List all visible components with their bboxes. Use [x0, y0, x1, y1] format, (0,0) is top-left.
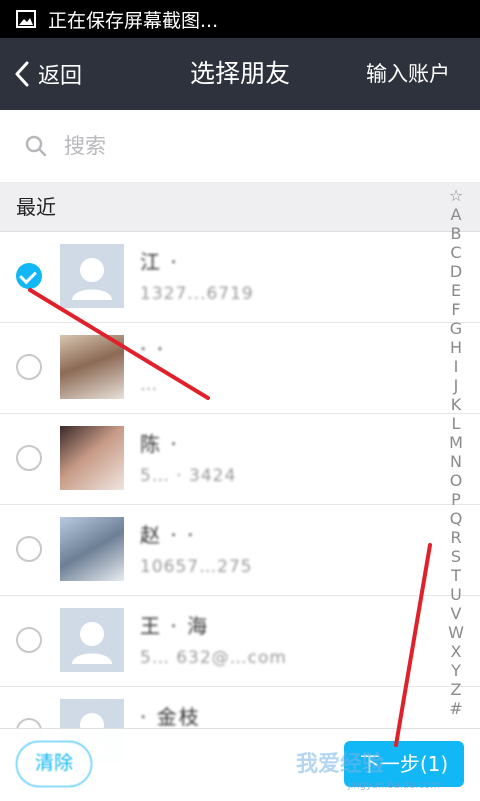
contact-row[interactable]: 陈 · 5… · 3424	[0, 414, 480, 505]
index-letter[interactable]: O	[450, 471, 463, 490]
radio-unchecked-icon[interactable]	[16, 445, 42, 471]
back-label: 返回	[38, 64, 83, 89]
index-letter[interactable]: J	[454, 376, 459, 395]
index-letter[interactable]: V	[451, 604, 462, 623]
contact-row[interactable]: 王 · 海 5… 632@…com	[0, 596, 480, 687]
radio-checked-icon[interactable]	[16, 263, 42, 289]
index-letter[interactable]: Q	[450, 509, 463, 528]
contact-row[interactable]: 江 · 1327...6719	[0, 232, 480, 323]
contact-name: 江 ·	[140, 250, 179, 274]
radio-unchecked-icon[interactable]	[16, 627, 42, 653]
index-letter[interactable]: P	[451, 490, 461, 509]
bottom-bar: 清除 下一步(1)	[0, 728, 480, 801]
next-button[interactable]: 下一步(1)	[344, 741, 464, 787]
contact-detail: 5… · 3424	[140, 466, 237, 486]
index-letter[interactable]: W	[448, 623, 464, 642]
search-icon	[25, 135, 47, 157]
index-letter[interactable]: T	[451, 566, 461, 585]
index-letter[interactable]: Z	[451, 680, 462, 699]
contact-list: 江 · 1327...6719 · · … 陈 · 5… · 3424 赵 · …	[0, 232, 480, 800]
default-avatar-icon	[72, 622, 112, 664]
index-letter[interactable]: R	[450, 528, 461, 547]
index-letter[interactable]: F	[451, 300, 460, 319]
enter-account-button[interactable]: 输入账户	[366, 38, 450, 110]
index-letter[interactable]: Y	[451, 661, 461, 680]
contact-detail: 1327...6719	[140, 284, 254, 304]
contact-name: · ·	[140, 337, 166, 361]
contact-detail: 10657…275	[140, 557, 253, 577]
index-letter[interactable]: L	[452, 414, 461, 433]
index-letter[interactable]: K	[451, 395, 462, 414]
index-letter[interactable]: G	[450, 319, 462, 338]
avatar	[60, 244, 124, 308]
status-bar: 正在保存屏幕截图...	[0, 0, 480, 38]
avatar	[60, 335, 124, 399]
nav-bar: 返回 选择朋友 输入账户	[0, 38, 480, 110]
index-letter[interactable]: B	[451, 224, 462, 243]
index-letter[interactable]: H	[450, 338, 462, 357]
index-letter[interactable]: I	[454, 357, 459, 376]
contact-name: 王 · 海	[140, 614, 210, 638]
default-avatar-icon	[72, 258, 112, 300]
image-icon	[16, 10, 36, 28]
index-letter[interactable]: S	[451, 547, 461, 566]
chevron-left-icon	[15, 61, 29, 87]
index-letter[interactable]: E	[451, 281, 461, 300]
index-letter[interactable]: #	[449, 699, 462, 718]
index-letter[interactable]: U	[450, 585, 462, 604]
search-bar	[0, 110, 480, 183]
contact-name: 陈 ·	[140, 432, 179, 456]
avatar	[60, 426, 124, 490]
alphabet-index[interactable]: ☆ A B C D E F G H I J K L M N O P Q R S T U V W X Y Z #	[446, 186, 466, 718]
clear-button[interactable]: 清除	[16, 741, 92, 787]
contact-row[interactable]: · · …	[0, 323, 480, 414]
index-letter[interactable]: D	[450, 262, 462, 281]
back-button[interactable]: 返回	[14, 38, 82, 110]
contact-name: · 金枝	[140, 705, 201, 729]
search-input[interactable]	[62, 133, 366, 159]
radio-unchecked-icon[interactable]	[16, 354, 42, 380]
index-letter[interactable]: C	[450, 243, 461, 262]
radio-unchecked-icon[interactable]	[16, 536, 42, 562]
index-letter[interactable]: M	[449, 433, 463, 452]
status-message: 正在保存屏幕截图...	[48, 9, 219, 32]
contact-name: 赵 · ·	[140, 523, 196, 547]
avatar	[60, 517, 124, 581]
index-letter[interactable]: A	[451, 205, 462, 224]
contact-row[interactable]: 赵 · · 10657…275	[0, 505, 480, 596]
index-letter[interactable]: N	[450, 452, 462, 471]
index-letter[interactable]: X	[451, 642, 462, 661]
contact-detail: 5… 632@…com	[140, 648, 287, 668]
section-header-recent: 最近	[0, 182, 480, 232]
contact-detail: …	[140, 375, 158, 395]
index-letter[interactable]: ☆	[449, 186, 463, 205]
avatar	[60, 608, 124, 672]
